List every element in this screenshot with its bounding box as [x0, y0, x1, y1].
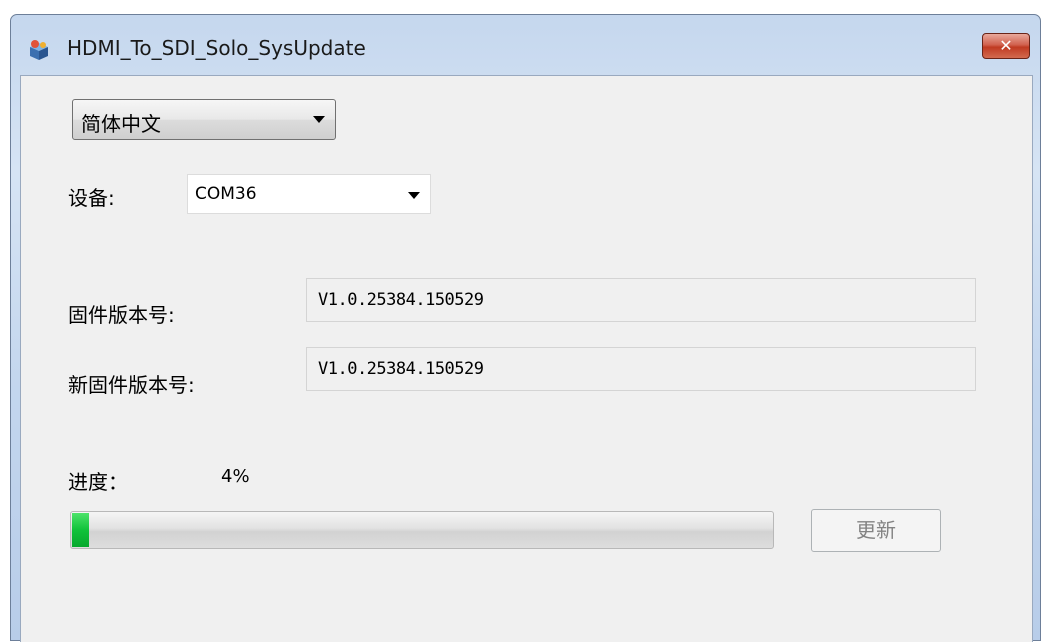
device-label: 设备: — [68, 186, 115, 210]
update-button[interactable]: 更新 — [811, 509, 941, 552]
new-firmware-version-field: V1.0.25384.150529 — [306, 347, 976, 391]
language-selected-value: 简体中文 — [81, 112, 161, 136]
chevron-down-icon — [408, 192, 420, 199]
title-bar[interactable]: HDMI_To_SDI_Solo_SysUpdate ✕ — [11, 15, 1040, 75]
chevron-down-icon — [313, 116, 325, 123]
device-selected-value: COM36 — [195, 184, 257, 204]
new-firmware-version-value: V1.0.25384.150529 — [318, 359, 484, 379]
progress-label: 进度： — [68, 470, 128, 494]
close-button[interactable]: ✕ — [982, 33, 1030, 59]
progress-bar-fill — [72, 513, 89, 547]
installer-box-icon — [30, 40, 48, 60]
firmware-version-field: V1.0.25384.150529 — [306, 278, 976, 322]
client-area: 简体中文 设备: COM36 固件版本号: V1.0.25384.150529 … — [20, 75, 1033, 642]
progress-bar — [70, 511, 774, 549]
progress-percent: 4% — [221, 466, 250, 487]
firmware-version-label: 固件版本号: — [68, 303, 175, 327]
device-dropdown[interactable]: COM36 — [187, 174, 431, 214]
new-firmware-version-label: 新固件版本号: — [68, 373, 195, 397]
app-window: HDMI_To_SDI_Solo_SysUpdate ✕ 简体中文 设备: CO… — [10, 14, 1041, 642]
firmware-version-value: V1.0.25384.150529 — [318, 290, 484, 310]
language-dropdown[interactable]: 简体中文 — [72, 99, 336, 140]
window-title: HDMI_To_SDI_Solo_SysUpdate — [67, 36, 366, 60]
